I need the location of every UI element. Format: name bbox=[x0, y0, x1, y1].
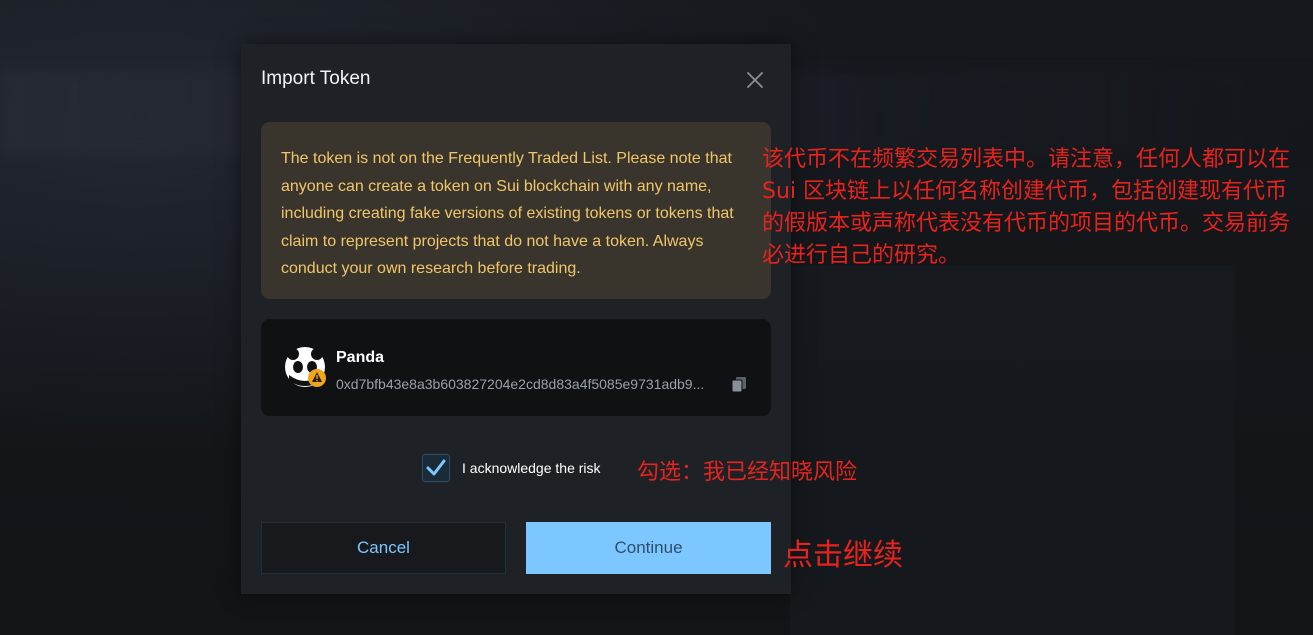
annotation-warning-translation: 该代币不在频繁交易列表中。请注意，任何人都可以在 Sui 区块链上以任何名称创建… bbox=[762, 147, 1291, 268]
token-card: Panda 0xd7bfb43e8a3b603827204e2cd8d83a4f… bbox=[261, 319, 771, 416]
acknowledge-row: I acknowledge the risk bbox=[422, 453, 601, 483]
close-button[interactable] bbox=[743, 68, 767, 92]
continue-button[interactable]: Continue bbox=[526, 522, 771, 574]
warning-notice: The token is not on the Frequently Trade… bbox=[261, 122, 771, 299]
backdrop-panel-blur bbox=[790, 265, 1235, 635]
import-token-modal: Import Token The token is not on the Fre… bbox=[241, 44, 791, 594]
copy-address-button[interactable] bbox=[731, 376, 747, 393]
token-address: 0xd7bfb43e8a3b603827204e2cd8d83a4f5085e9… bbox=[336, 376, 705, 392]
annotation-checkbox-hint: 勾选：我已经知晓风险 bbox=[637, 460, 858, 485]
annotation-continue-hint: 点击继续 bbox=[783, 538, 903, 573]
checkmark-icon bbox=[426, 459, 446, 476]
acknowledge-label[interactable]: I acknowledge the risk bbox=[462, 460, 601, 476]
cancel-button[interactable]: Cancel bbox=[261, 522, 506, 574]
acknowledge-checkbox[interactable] bbox=[422, 454, 450, 482]
copy-icon bbox=[731, 377, 746, 393]
modal-title: Import Token bbox=[261, 68, 371, 89]
token-name: Panda bbox=[336, 349, 385, 366]
warning-badge-icon bbox=[308, 369, 326, 387]
panda-avatar-icon bbox=[285, 347, 326, 387]
token-avatar bbox=[285, 347, 327, 389]
close-icon bbox=[747, 72, 763, 88]
warning-text: The token is not on the Frequently Trade… bbox=[281, 150, 734, 277]
